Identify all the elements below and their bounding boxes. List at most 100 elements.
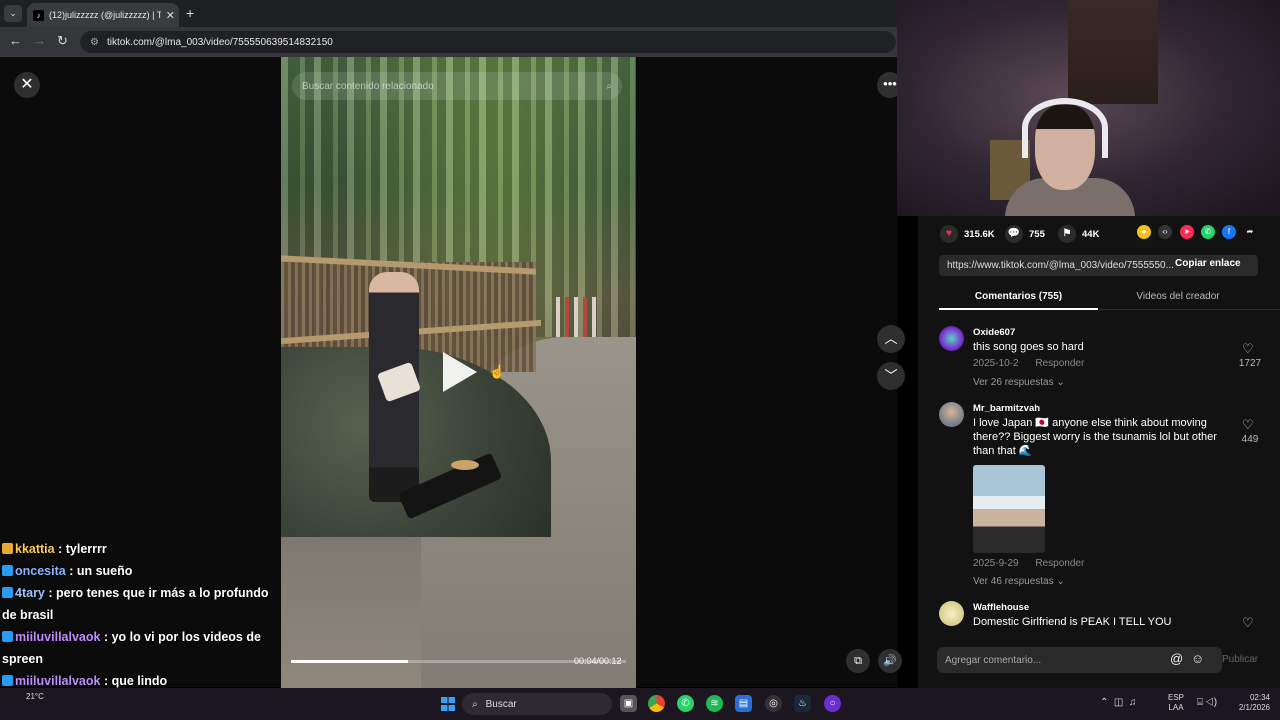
lang-secondary: LAA (1168, 703, 1184, 712)
comment-like-icon[interactable]: ♡ (1242, 615, 1254, 631)
view-replies[interactable]: Ver 46 respuestas ⌄ (973, 576, 1065, 587)
search-icon: ⌕ (472, 698, 478, 710)
taskbar (0, 688, 1280, 720)
comment-date: 2025-10-2 (973, 358, 1019, 369)
new-tab-button[interactable]: + (186, 5, 194, 21)
chat-username: oncesita (15, 564, 66, 578)
copy-link-button[interactable]: Copiar enlace (1175, 258, 1241, 269)
lang-primary: ESP (1168, 693, 1185, 702)
site-info-icon[interactable]: ⚙ (90, 37, 99, 48)
comment-username[interactable]: Oxide607 (973, 327, 1015, 338)
wall-poster (1068, 0, 1158, 104)
comment-count: 755 (1029, 228, 1045, 240)
play-icon[interactable] (443, 352, 477, 392)
save-count: 44K (1082, 228, 1100, 240)
avatar[interactable] (939, 326, 964, 351)
weather-temp: 21°C (26, 692, 44, 701)
chat-username: miiluvillalvaok (15, 630, 101, 644)
comment-like-icon[interactable]: ♡ (1242, 417, 1254, 433)
store-icon[interactable]: ▤ (735, 695, 752, 712)
chat-username: kkattia (15, 542, 55, 556)
comment-meta: 2025-9-29 Responder (973, 558, 1098, 569)
comment-username[interactable]: Mr_barmitzvah (973, 403, 1040, 414)
view-replies-label: Ver 46 respuestas (973, 576, 1054, 587)
clock-time: 02:34 (1249, 693, 1270, 702)
like-stat[interactable]: ♥ 315.6K (940, 225, 995, 243)
comment-meta: 2025-10-2 Responder (973, 358, 1098, 369)
steam-icon[interactable]: ♨ (794, 695, 811, 712)
tab-search-button[interactable]: ⌄ (4, 5, 22, 22)
chat-message: kkattia : tylerrrr (2, 538, 278, 560)
address-bar[interactable]: ⚙ tiktok.com/@lma_003/video/755550639514… (80, 31, 896, 53)
spotify-icon[interactable]: ≋ (706, 695, 723, 712)
comment-username[interactable]: Wafflehouse (973, 602, 1029, 613)
mention-icon[interactable]: @ (1170, 651, 1183, 666)
emoji-icon[interactable]: ☺ (1191, 651, 1204, 666)
coin-share-icon[interactable]: ● (1137, 225, 1151, 239)
file-explorer-icon[interactable]: ▣ (620, 695, 637, 712)
headset (1022, 98, 1108, 158)
input-language[interactable]: ESP LAA (1168, 693, 1184, 713)
chrome-icon[interactable] (648, 695, 665, 712)
tab-creator-videos[interactable]: Videos del creador (1098, 291, 1258, 302)
windows-start-icon[interactable] (441, 697, 455, 711)
tab-comments[interactable]: Comentarios (755) (939, 291, 1098, 302)
publish-button[interactable]: Publicar (1222, 654, 1258, 665)
obs-icon[interactable]: ◎ (765, 695, 782, 712)
whatsapp-icon[interactable]: ✆ (1201, 225, 1215, 239)
chat-message: miiluvillalvaok : yo lo vi por los video… (2, 626, 278, 670)
back-icon[interactable]: ← (9, 33, 22, 48)
forward-icon[interactable]: → (33, 33, 46, 48)
taskbar-search[interactable]: ⌕ Buscar (462, 693, 612, 715)
chat-badge-icon (2, 565, 13, 576)
active-tab-indicator (939, 308, 1098, 310)
reload-icon[interactable]: ↻ (57, 33, 68, 49)
volume-icon[interactable]: 🔊 (878, 649, 902, 673)
pip-icon[interactable]: ⧉ (846, 649, 870, 673)
taskbar-search-label: Buscar (485, 698, 517, 710)
comment-photo[interactable] (973, 465, 1045, 553)
comment-stat[interactable]: 💬 755 (1005, 225, 1045, 243)
background-people (556, 297, 601, 337)
clock[interactable]: 02:34 2/1/2026 (1230, 693, 1270, 713)
chat-badge-icon (2, 631, 13, 642)
heart-icon: ♥ (940, 225, 958, 243)
embed-icon[interactable]: ‹› (1158, 225, 1172, 239)
tiktok-favicon-icon: ♪ (33, 9, 44, 21)
chat-text: : un sueño (69, 564, 133, 578)
view-replies[interactable]: Ver 26 respuestas ⌄ (973, 377, 1065, 388)
previous-video-icon[interactable]: ︿ (877, 325, 905, 353)
url-text: tiktok.com/@lma_003/video/75555063951483… (106, 36, 333, 48)
close-icon[interactable]: ✕ (14, 72, 40, 98)
tip-bowl (451, 460, 479, 470)
chat-text: : tylerrrr (58, 542, 107, 556)
send-icon[interactable]: ➤ (1180, 225, 1194, 239)
network-volume-icons[interactable]: ⌸ ◁) (1197, 697, 1217, 708)
search-icon[interactable]: ⌕ (606, 81, 612, 92)
system-tray-icons[interactable]: ⌃ ◫ ♫ (1100, 697, 1136, 708)
browser-tab[interactable]: ♪ (12)julizzzzz (@julizzzzz) | TikTok ✕ (27, 3, 179, 27)
comment-text: Domestic Girlfriend is PEAK I TELL YOU (973, 616, 1172, 628)
comment-like-count: 449 (1241, 434, 1259, 445)
comment-like-count: 1727 (1238, 358, 1262, 369)
related-search-bar[interactable]: Buscar contenido relacionado ⌕ (292, 72, 622, 100)
comment-text: I love Japan 🇯🇵 anyone else think about … (973, 417, 1217, 457)
comment-input-placeholder: Agregar comentario... (945, 654, 1042, 666)
reply-button[interactable]: Responder (1035, 358, 1084, 369)
comment-icon: 💬 (1005, 225, 1023, 243)
facebook-icon[interactable]: f (1222, 225, 1236, 239)
reply-button[interactable]: Responder (1035, 558, 1084, 569)
whatsapp-icon[interactable]: ✆ (677, 695, 694, 712)
video-time: 00:04/00:12 (574, 656, 622, 666)
weather-widget[interactable]: 21°C (26, 692, 44, 702)
avatar[interactable] (939, 601, 964, 626)
tab-close-icon[interactable]: ✕ (166, 9, 179, 22)
chat-text: : que lindo (103, 674, 168, 688)
share-arrow-icon[interactable]: ➦ (1243, 225, 1257, 239)
app-icon[interactable]: ○ (824, 695, 841, 712)
chat-message: oncesita : un sueño (2, 560, 278, 582)
comment-like-icon[interactable]: ♡ (1242, 341, 1254, 357)
next-video-icon[interactable]: ﹀ (877, 362, 905, 390)
save-stat[interactable]: ⚑ 44K (1058, 225, 1099, 243)
avatar[interactable] (939, 402, 964, 427)
